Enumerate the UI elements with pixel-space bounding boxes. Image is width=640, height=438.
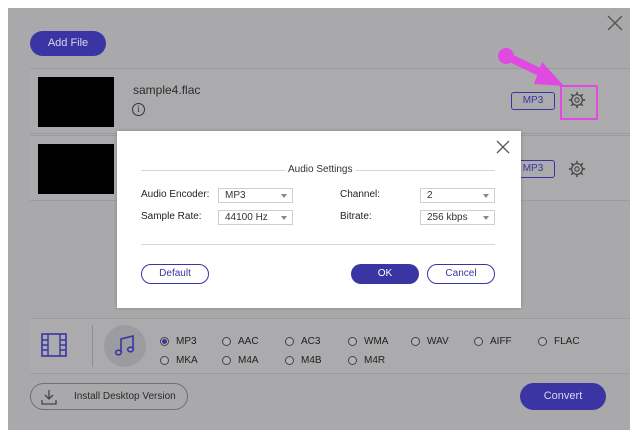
radio-button[interactable] (348, 337, 357, 346)
default-button[interactable]: Default (141, 264, 209, 284)
radio-button[interactable] (538, 337, 547, 346)
radio-button[interactable] (222, 356, 231, 365)
output-format-button[interactable]: MP3 (511, 92, 555, 110)
video-thumbnail (38, 144, 114, 194)
info-icon[interactable]: i (132, 103, 145, 116)
convert-button[interactable]: Convert (520, 383, 606, 410)
channel-label: Channel: (340, 189, 381, 200)
chevron-down-icon (281, 194, 287, 198)
dialog-title: Audio Settings (285, 164, 356, 175)
format-option-aac[interactable]: AAC (222, 335, 259, 349)
channel-select[interactable]: 2 (420, 188, 495, 203)
sample-rate-select[interactable]: 44100 Hz (218, 210, 293, 225)
divider (92, 325, 93, 367)
file-name: sample4.flac (133, 83, 201, 97)
format-option-m4b[interactable]: M4B (285, 354, 322, 368)
radio-button[interactable] (285, 337, 294, 346)
format-option-m4r[interactable]: M4R (348, 354, 385, 368)
close-icon[interactable] (606, 14, 624, 32)
cancel-button[interactable]: Cancel (427, 264, 495, 284)
gear-icon[interactable] (568, 160, 586, 178)
chevron-down-icon (281, 216, 287, 220)
chevron-down-icon (483, 216, 489, 220)
audio-encoder-label: Audio Encoder: (141, 189, 210, 200)
audio-tab[interactable] (104, 325, 146, 367)
radio-button[interactable] (285, 356, 294, 365)
video-film-icon[interactable] (40, 331, 68, 359)
format-option-mka[interactable]: MKA (160, 354, 198, 368)
format-option-aiff[interactable]: AIFF (474, 335, 512, 349)
radio-button[interactable] (160, 356, 169, 365)
download-icon (41, 390, 57, 405)
music-note-icon (114, 334, 135, 356)
format-option-ac3[interactable]: AC3 (285, 335, 320, 349)
format-option-m4a[interactable]: M4A (222, 354, 259, 368)
video-thumbnail (38, 77, 114, 127)
format-option-wma[interactable]: WMA (348, 335, 388, 349)
radio-button[interactable] (222, 337, 231, 346)
pointer-arrow-icon (498, 48, 564, 86)
format-bar: MP3 AAC AC3 WMA WAV AIFF FLAC MKA M4A M4… (30, 318, 630, 374)
radio-button[interactable] (474, 337, 483, 346)
audio-settings-dialog: Audio Settings Audio Encoder: MP3 Channe… (117, 131, 521, 308)
radio-button[interactable] (411, 337, 420, 346)
bitrate-select[interactable]: 256 kbps (420, 210, 495, 225)
audio-encoder-select[interactable]: MP3 (218, 188, 293, 203)
sample-rate-label: Sample Rate: (141, 211, 202, 222)
radio-button[interactable] (160, 337, 169, 346)
format-option-flac[interactable]: FLAC (538, 335, 580, 349)
radio-button[interactable] (348, 356, 357, 365)
add-file-button[interactable]: Add File (30, 31, 106, 56)
install-desktop-button[interactable]: Install Desktop Version (30, 383, 188, 410)
divider (141, 244, 495, 245)
close-icon[interactable] (495, 139, 511, 155)
app-window: Add File sample4.flac i MP3 MP3 MP3 AAC … (0, 0, 640, 438)
bitrate-label: Bitrate: (340, 211, 372, 222)
ok-button[interactable]: OK (351, 264, 419, 284)
chevron-down-icon (483, 194, 489, 198)
format-option-wav[interactable]: WAV (411, 335, 449, 349)
install-desktop-label: Install Desktop Version (74, 391, 176, 402)
format-option-mp3[interactable]: MP3 (160, 335, 197, 349)
